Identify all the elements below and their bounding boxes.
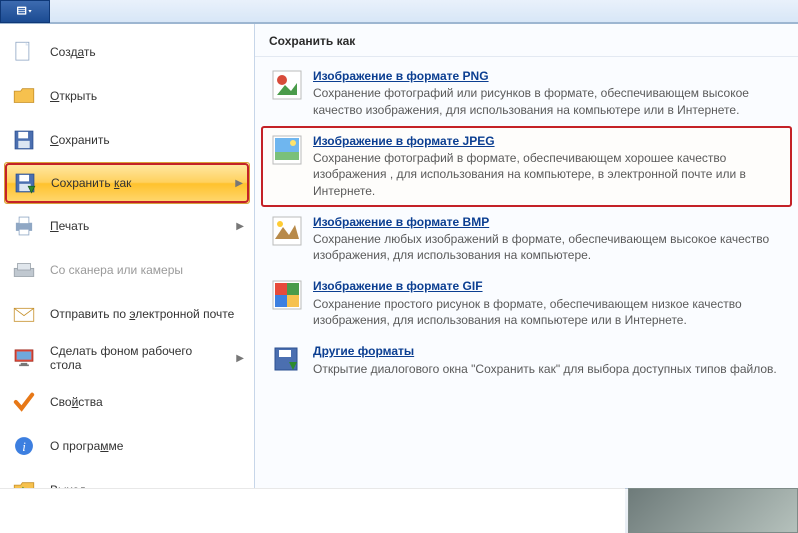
canvas-thumbnail (628, 488, 798, 533)
menu-item-save[interactable]: Сохранить (0, 118, 254, 162)
floppy-arrow-icon (11, 169, 39, 197)
format-title: Другие форматы (313, 344, 782, 358)
menu-item-email[interactable]: Отправить по электронной почте (0, 292, 254, 336)
menu-item-label: Сделать фоном рабочего стола (50, 344, 224, 372)
backstage-view: Создать Открыть Сохранить Сохранить как … (0, 24, 798, 533)
png-thumb (271, 69, 303, 101)
menu-item-label: Создать (50, 45, 244, 59)
envelope-icon (10, 300, 38, 328)
format-desc: Открытие диалогового окна "Сохранить как… (313, 361, 782, 377)
submenu-caret-icon: ▶ (236, 221, 244, 232)
page-icon (10, 38, 38, 66)
floppy-icon (10, 126, 38, 154)
menu-item-open[interactable]: Открыть (0, 74, 254, 118)
format-list: Изображение в формате PNG Сохранение фот… (255, 57, 798, 389)
bmp-thumb (271, 215, 303, 247)
menu-item-label: Свойства (50, 395, 244, 409)
folder-icon (10, 82, 38, 110)
format-desc: Сохранение фотографий или рисунков в фор… (313, 85, 782, 117)
menu-item-props[interactable]: Свойства (0, 380, 254, 424)
format-title: Изображение в формате BMP (313, 215, 782, 229)
submenu-caret-icon: ▶ (235, 178, 243, 189)
submenu-caret-icon: ▶ (236, 353, 244, 364)
menu-item-label: Сохранить как (51, 176, 223, 190)
menu-item-label: Со сканера или камеры (50, 263, 244, 277)
menu-item-scanner: Со сканера или камеры (0, 248, 254, 292)
window-footer (0, 488, 798, 533)
panel-title: Сохранить как (255, 24, 798, 57)
menu-item-label: Открыть (50, 89, 244, 103)
menu-item-label: Печать (50, 219, 224, 233)
ribbon-bar (0, 0, 798, 24)
format-item-other[interactable]: Другие форматы Открытие диалогового окна… (261, 336, 792, 385)
ribbon-tab-strip (50, 0, 798, 23)
check-icon (10, 388, 38, 416)
footer-blank (0, 488, 625, 533)
scanner-icon (10, 256, 38, 284)
menu-item-label: Отправить по электронной почте (50, 307, 244, 321)
format-item-gif[interactable]: Изображение в формате GIF Сохранение про… (261, 271, 792, 336)
menu-item-print[interactable]: Печать ▶ (0, 204, 254, 248)
format-item-bmp[interactable]: Изображение в формате BMP Сохранение люб… (261, 207, 792, 272)
format-item-png[interactable]: Изображение в формате PNG Сохранение фот… (261, 61, 792, 126)
left-menu: Создать Открыть Сохранить Сохранить как … (0, 24, 255, 533)
menu-item-desktop[interactable]: Сделать фоном рабочего стола ▶ (0, 336, 254, 380)
jpeg-thumb (271, 134, 303, 166)
gif-thumb (271, 279, 303, 311)
other-thumb (271, 344, 303, 376)
monitor-icon (10, 344, 38, 372)
menu-item-about[interactable]: i О программе (0, 424, 254, 468)
format-desc: Сохранение любых изображений в формате, … (313, 231, 782, 263)
menu-item-saveas[interactable]: Сохранить как ▶ (4, 162, 250, 204)
printer-icon (10, 212, 38, 240)
menu-item-label: О программе (50, 439, 244, 453)
svg-text:i: i (22, 439, 26, 454)
format-desc: Сохранение простого рисунок в формате, о… (313, 296, 782, 328)
menu-item-create[interactable]: Создать (0, 30, 254, 74)
format-title: Изображение в формате PNG (313, 69, 782, 83)
saveas-panel: Сохранить как Изображение в формате PNG … (255, 24, 798, 533)
menu-item-label: Сохранить (50, 133, 244, 147)
app-menu-button[interactable] (0, 0, 50, 23)
format-desc: Сохранение фотографий в формате, обеспеч… (313, 150, 782, 199)
format-item-jpeg[interactable]: Изображение в формате JPEG Сохранение фо… (261, 126, 792, 207)
app-menu-icon (17, 6, 33, 18)
info-icon: i (10, 432, 38, 460)
format-title: Изображение в формате JPEG (313, 134, 782, 148)
format-title: Изображение в формате GIF (313, 279, 782, 293)
